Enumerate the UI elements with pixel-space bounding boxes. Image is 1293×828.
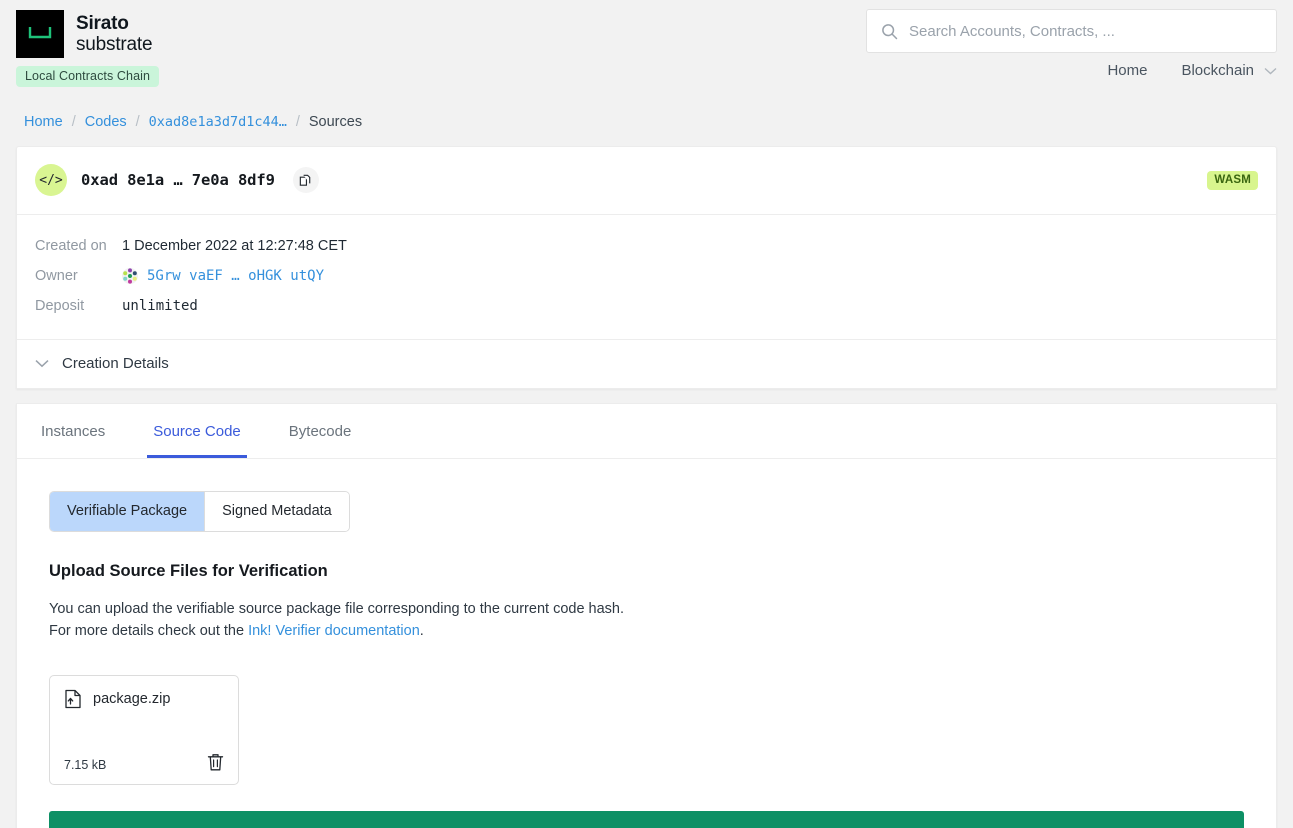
chevron-down-icon (35, 360, 49, 368)
metadata-row-created: Created on 1 December 2022 at 12:27:48 C… (35, 231, 1258, 261)
brand-logo-block[interactable]: Sirato substrate (16, 10, 153, 58)
card-divider (0, 389, 1293, 403)
breadcrumb: Home / Codes / 0xad8e1a3d7d1c44… / Sourc… (0, 100, 1293, 146)
metadata-row-deposit: Deposit unlimited (35, 291, 1258, 321)
brand-subtitle: substrate (76, 34, 153, 55)
description-line-1: You can upload the verifiable source pac… (49, 601, 625, 617)
tab-bytecode[interactable]: Bytecode (283, 404, 358, 458)
breadcrumb-item-codes[interactable]: Codes (85, 114, 127, 130)
breadcrumb-item-home[interactable]: Home (24, 114, 63, 130)
avatar (122, 268, 138, 284)
breadcrumb-item-hash[interactable]: 0xad8e1a3d7d1c44… (149, 114, 287, 130)
description-line-2-suffix: . (419, 623, 424, 640)
chevron-down-icon (1264, 67, 1277, 74)
status-badge: WASM (1207, 170, 1258, 190)
uploaded-file-card: package.zip 7.15 kB (49, 674, 239, 785)
metadata-label: Deposit (35, 298, 85, 314)
code-hash-card: </> 0xad 8e1a … 7e0a 8df9 WASM Created o… (16, 146, 1277, 389)
code-hash-left: </> 0xad 8e1a … 7e0a 8df9 (35, 164, 319, 196)
code-metadata: Created on 1 December 2022 at 12:27:48 C… (17, 215, 1276, 340)
verifier-documentation-link[interactable]: Ink! Verifier documentation (248, 623, 420, 639)
segment-signed-metadata[interactable]: Signed Metadata (205, 492, 349, 531)
nav-item-label: Home (1107, 62, 1148, 79)
metadata-label: Created on (35, 238, 107, 254)
chain-badge: Local Contracts Chain (16, 66, 160, 87)
segment-verifiable-package[interactable]: Verifiable Package (50, 492, 206, 531)
search-icon (882, 23, 898, 39)
source-code-panel: Verifiable Package Signed Metadata Uploa… (17, 459, 1276, 828)
code-hash-value: 0xad 8e1a … 7e0a 8df9 (81, 171, 275, 189)
search-input[interactable] (909, 22, 1262, 40)
nav-item-home[interactable]: Home (1107, 62, 1147, 79)
panel-description: You can upload the verifiable source pac… (49, 598, 1244, 643)
package-type-toggle: Verifiable Package Signed Metadata (49, 491, 350, 532)
breadcrumb-separator: / (135, 114, 140, 130)
top-navigation: Home Blockchain (1107, 62, 1277, 79)
code-icon: </> (35, 164, 67, 196)
creation-details-label: Creation Details (62, 355, 169, 372)
file-size: 7.15 kB (64, 757, 107, 772)
verify-source-code-button[interactable]: Verify Source Code (49, 810, 1244, 828)
metadata-value: 1 December 2022 at 12:27:48 CET (122, 238, 347, 254)
file-card-bottom: 7.15 kB (64, 753, 224, 772)
copy-icon (300, 174, 311, 186)
brand-text: Sirato substrate (76, 12, 153, 56)
bracket-logo-icon (16, 10, 64, 58)
code-hash-header: </> 0xad 8e1a … 7e0a 8df9 WASM (17, 147, 1276, 215)
breadcrumb-separator: / (71, 114, 76, 130)
metadata-value: 5Grw vaEF … oHGK utQY (122, 268, 324, 284)
trash-icon (207, 754, 224, 771)
tab-source-code[interactable]: Source Code (147, 404, 247, 458)
description-line-2-prefix: For more details check out the (49, 623, 249, 640)
delete-file-button[interactable] (207, 753, 224, 772)
app-header: Sirato substrate Local Contracts Chain H… (0, 0, 1293, 100)
owner-address-link[interactable]: 5Grw vaEF … oHGK utQY (147, 268, 324, 284)
tab-instances[interactable]: Instances (35, 404, 111, 458)
file-card-top: package.zip (64, 689, 224, 709)
metadata-label: Owner (35, 268, 78, 284)
file-upload-icon (65, 689, 81, 709)
metadata-value: unlimited (122, 298, 198, 314)
nav-item-blockchain[interactable]: Blockchain (1181, 62, 1277, 79)
search-bar[interactable] (866, 9, 1277, 53)
breadcrumb-separator: / (295, 114, 300, 130)
metadata-row-owner: Owner 5Grw vaEF … oHGK utQY (35, 261, 1258, 291)
nav-item-label: Blockchain (1181, 62, 1254, 79)
source-card: Instances Source Code Bytecode Verifiabl… (16, 403, 1277, 828)
breadcrumb-item-sources: Sources (308, 114, 363, 130)
file-name: package.zip (93, 690, 171, 707)
copy-hash-button[interactable] (292, 167, 319, 193)
brand-name: Sirato (76, 12, 129, 34)
page-title: Upload Source Files for Verification (49, 562, 328, 580)
creation-details-toggle[interactable]: Creation Details (17, 340, 1276, 388)
tab-bar: Instances Source Code Bytecode (17, 404, 1276, 459)
